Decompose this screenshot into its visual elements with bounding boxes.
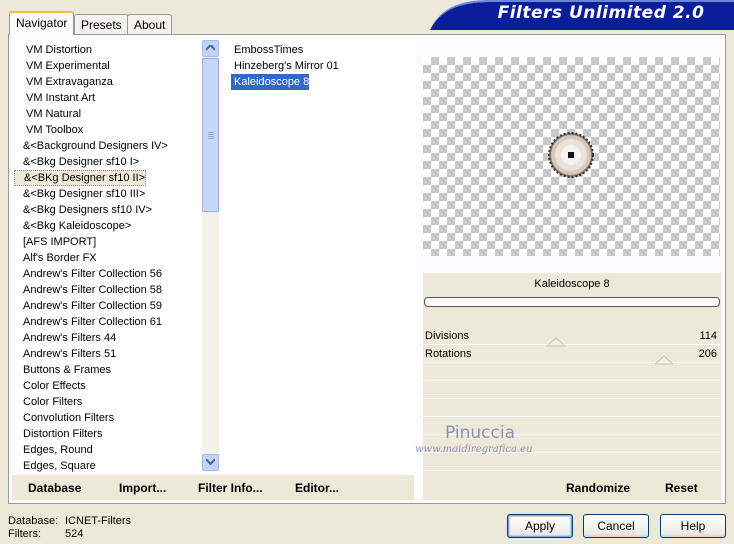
editor-button[interactable]: Editor...	[295, 481, 339, 495]
watermark-url: www.maidiregrafica.eu	[415, 444, 533, 455]
tab-about[interactable]: About	[127, 14, 173, 34]
category-item[interactable]: &<Bkg Designer sf10 III>	[14, 186, 145, 202]
watermark-name: Pinuccia	[445, 423, 515, 443]
category-item[interactable]: &<Bkg Designer sf10 I>	[14, 154, 139, 170]
title-banner: Filters Unlimited 2.0	[430, 0, 734, 30]
status-filters-value: 524	[65, 528, 84, 540]
category-item[interactable]: Buttons & Frames	[14, 362, 111, 378]
category-item[interactable]: Andrew's Filter Collection 56	[14, 266, 162, 282]
apply-button[interactable]: Apply	[507, 514, 573, 538]
param-row-empty	[423, 399, 721, 417]
filter-item[interactable]: Kaleidoscope 8	[231, 74, 310, 90]
param-row-rotations[interactable]: Rotations 206	[423, 345, 721, 365]
scroll-up-button[interactable]	[202, 40, 219, 57]
chevron-down-icon	[205, 458, 216, 466]
category-item[interactable]: &<BKg Designer sf10 II>	[14, 170, 146, 186]
preview-canvas	[423, 57, 720, 256]
category-item[interactable]: Distortion Filters	[14, 426, 102, 442]
status-database-label: Database:	[8, 515, 59, 527]
reset-button[interactable]: Reset	[665, 481, 698, 495]
category-item[interactable]: VM Distortion	[14, 42, 92, 58]
kaleidoscope-preview-image	[548, 132, 594, 178]
database-button[interactable]: Database	[28, 481, 81, 495]
import-button[interactable]: Import...	[119, 481, 166, 495]
category-item[interactable]: VM Toolbox	[14, 122, 83, 138]
navigator-panel: VM Distortion VM Experimental VM Extravaga…	[8, 34, 726, 504]
chevron-up-icon	[205, 43, 216, 51]
left-button-bar: Database Import... Filter Info... Editor…	[12, 475, 414, 500]
category-item[interactable]: Andrew's Filter Collection 58	[14, 282, 162, 298]
category-item[interactable]: Convolution Filters	[14, 410, 114, 426]
scroll-down-button[interactable]	[202, 454, 219, 471]
category-scrollbar[interactable]	[202, 40, 219, 471]
filter-list[interactable]: EmbossTimes Hinzeberg's Mirror 01 Kaleidos…	[223, 40, 416, 471]
parameters-area: Kaleidoscope 8 Divisions 114 Rotations 2…	[423, 273, 721, 499]
category-item[interactable]: Andrew's Filters 44	[14, 330, 116, 346]
category-item[interactable]: &<Bkg Kaleidoscope>	[14, 218, 131, 234]
category-item[interactable]: VM Natural	[14, 106, 81, 122]
category-item[interactable]: Andrew's Filters 51	[14, 346, 116, 362]
category-item[interactable]: &<Background Designers IV>	[14, 138, 168, 154]
category-item[interactable]: Color Effects	[14, 378, 86, 394]
filter-item[interactable]: Hinzeberg's Mirror 01	[231, 58, 339, 74]
param-row-divisions[interactable]: Divisions 114	[423, 327, 721, 347]
category-item[interactable]: Color Filters	[14, 394, 82, 410]
randomize-button[interactable]: Randomize	[566, 481, 630, 495]
category-item[interactable]: Edges, Round	[14, 442, 93, 458]
category-item[interactable]: Andrew's Filter Collection 61	[14, 314, 162, 330]
filter-info-button[interactable]: Filter Info...	[198, 481, 263, 495]
app-title: Filters Unlimited 2.0	[497, 3, 705, 23]
param-row-empty	[423, 381, 721, 399]
filter-item[interactable]: EmbossTimes	[231, 42, 303, 58]
category-item[interactable]: VM Extravaganza	[14, 74, 113, 90]
progress-bar	[424, 297, 720, 307]
help-button[interactable]: Help	[660, 514, 726, 538]
category-item[interactable]: VM Instant Art	[14, 90, 95, 106]
status-database-value: ICNET-Filters	[65, 515, 131, 527]
category-item[interactable]: Edges, Square	[14, 458, 96, 474]
status-filters-label: Filters:	[8, 528, 41, 540]
filter-name-label: Kaleidoscope 8	[534, 278, 610, 290]
category-item[interactable]: [AFS IMPORT]	[14, 234, 96, 250]
param-row-empty	[423, 363, 721, 381]
category-list[interactable]: VM Distortion VM Experimental VM Extravaga…	[14, 40, 202, 474]
right-button-bar: Randomize Reset	[423, 475, 721, 500]
category-item[interactable]: Alf's Border FX	[14, 250, 97, 266]
cancel-button[interactable]: Cancel	[583, 514, 649, 538]
tab-navigator[interactable]: Navigator	[9, 11, 75, 35]
category-item[interactable]: Andrew's Filter Collection 59	[14, 298, 162, 314]
category-item[interactable]: &<Bkg Designers sf10 IV>	[14, 202, 152, 218]
scroll-thumb[interactable]	[202, 58, 219, 212]
tab-presets[interactable]: Presets	[74, 14, 129, 34]
category-item[interactable]: VM Experimental	[14, 58, 110, 74]
param-row-empty	[423, 453, 721, 471]
